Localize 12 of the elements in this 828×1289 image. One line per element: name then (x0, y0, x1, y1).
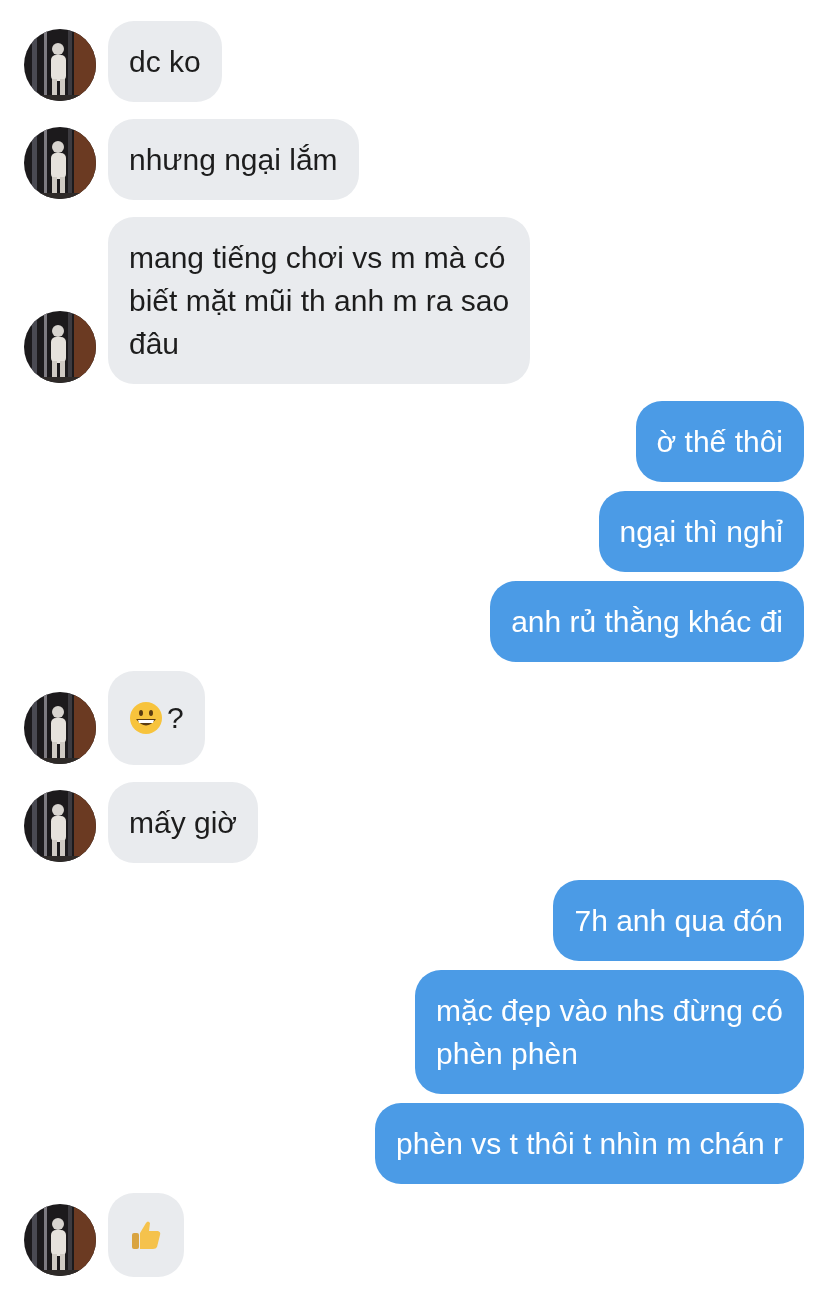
message-bubble: mang tiếng chơi vs m mà có biết mặt mũi th anh m ra sao đâu (108, 217, 531, 384)
message-bubble: mấy giờ (108, 782, 259, 863)
message-bubble: phèn vs t thôi t nhìn m chán r (375, 1103, 804, 1184)
message-bubble: mặc đẹp vào nhs đừng có phèn phèn (415, 970, 804, 1094)
message-bubble: nhưng ngại lắm (108, 119, 359, 200)
message-bubble: 7h anh qua đón (553, 880, 804, 961)
message-bubble: dc ko (108, 21, 222, 102)
message-bubble: ờ thế thôi (635, 401, 804, 482)
message-text: ? (167, 700, 184, 736)
grinning-face-icon (129, 701, 163, 735)
message-bubble: anh rủ thằng khác đi (490, 581, 804, 662)
message-bubble: ngại thì nghỉ (598, 491, 804, 572)
